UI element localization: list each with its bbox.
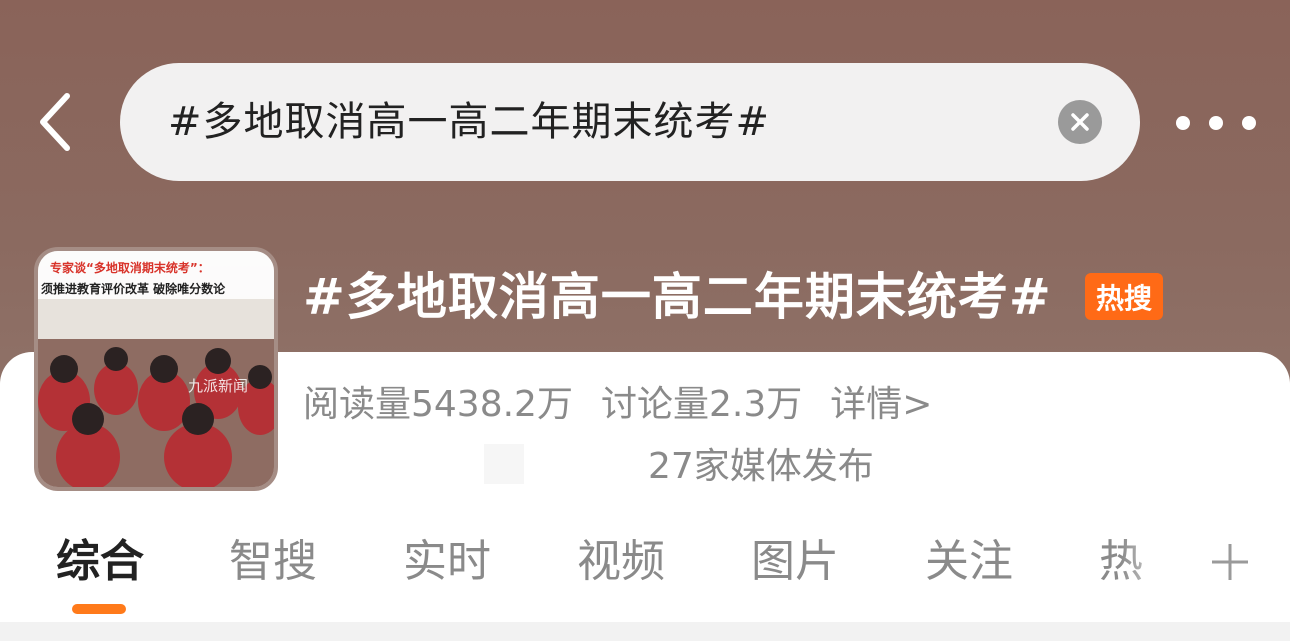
topic-thumbnail[interactable]: 专家谈“多地取消期末统考”： 须推进教育评价改革 破除唯分数论 九派新闻	[34, 247, 278, 491]
content-divider	[0, 622, 1290, 641]
close-icon	[1071, 113, 1089, 131]
thumbnail-watermark: 九派新闻	[188, 377, 248, 395]
tab-comprehensive[interactable]: 综合	[56, 530, 144, 594]
thumbnail-caption-line1: 专家谈“多地取消期末统考”：	[50, 260, 210, 275]
topic-title: #多地取消高一高二年期末统考#	[303, 268, 1052, 326]
search-input[interactable]: #多地取消高一高二年期末统考#	[120, 63, 1140, 181]
tab-video[interactable]: 视频	[577, 530, 665, 594]
back-button[interactable]	[30, 90, 80, 154]
discussion-count: 讨论量2.3万	[600, 384, 803, 425]
tab-smart-search[interactable]: 智搜	[229, 530, 317, 594]
placeholder-block	[484, 444, 524, 484]
read-count: 阅读量5438.2万	[303, 384, 573, 425]
tab-hot[interactable]: 热	[1099, 530, 1143, 594]
more-dots-icon	[1176, 116, 1190, 130]
tab-following[interactable]: 关注	[925, 530, 1013, 594]
chevron-left-icon	[40, 93, 70, 151]
topic-stats: 阅读量5438.2万 讨论量2.3万 详情>	[303, 380, 960, 430]
active-tab-indicator	[72, 604, 126, 614]
hot-badge: 热搜	[1085, 273, 1163, 320]
detail-link[interactable]: 详情>	[830, 384, 932, 425]
thumbnail-caption-line2: 须推进教育评价改革 破除唯分数论	[41, 281, 226, 296]
tab-images[interactable]: 图片	[751, 530, 839, 594]
clear-search-button[interactable]	[1058, 100, 1102, 144]
tab-realtime[interactable]: 实时	[403, 530, 491, 594]
plus-icon	[1212, 544, 1248, 580]
more-options-button[interactable]	[1176, 106, 1256, 140]
add-tab-button[interactable]	[1208, 540, 1252, 584]
media-count[interactable]: 27家媒体发布	[648, 442, 874, 492]
search-query-text: #多地取消高一高二年期末统考#	[168, 99, 771, 145]
classroom-image: 专家谈“多地取消期末统考”： 须推进教育评价改革 破除唯分数论 九派新闻	[38, 251, 274, 487]
tab-bar: 综合 智搜 实时 视频 图片 关注 热	[0, 530, 1290, 600]
